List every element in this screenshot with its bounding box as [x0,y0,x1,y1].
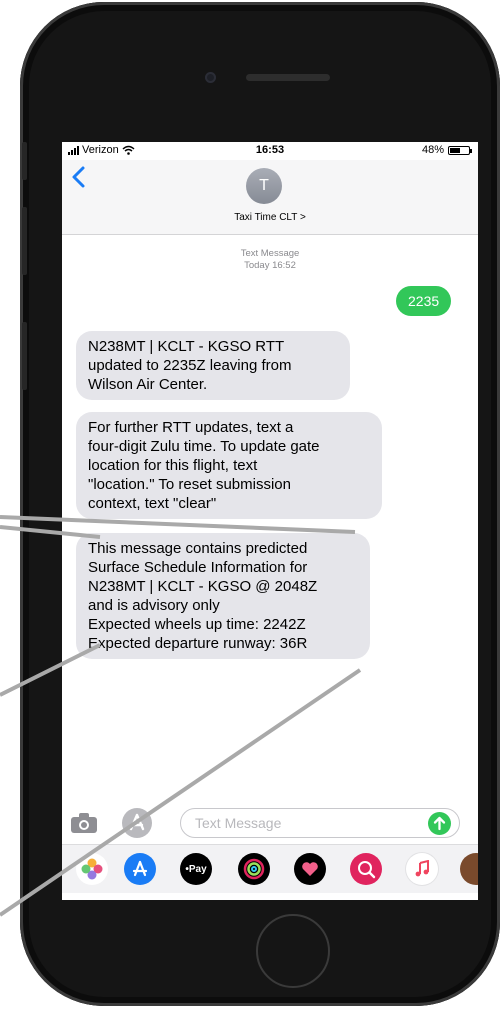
send-arrow-icon [433,816,446,831]
apple-pay-app[interactable]: • Pay [180,853,212,885]
apple-pay-label: Pay [188,863,207,875]
incoming-bubble-rtt-update[interactable]: N238MT | KCLT - KGSO RTT updated to 2235… [76,331,350,400]
app-store-button[interactable] [122,808,152,838]
search-globe-icon [358,861,376,879]
front-camera [205,72,216,83]
digital-touch-app[interactable] [294,853,326,885]
message-type-label: Text Message [240,248,300,259]
compose-bar: Text Message [62,800,478,844]
app-drawer: • Pay [62,844,478,893]
app-store-icon [129,813,145,831]
status-bar: Verizon 16:53 48% [62,142,478,160]
incoming-bubble-instructions[interactable]: For further RTT updates, text a four-dig… [76,412,382,519]
app-store-icon [132,860,148,877]
activity-icon [243,858,265,880]
contact-name[interactable]: Taxi Time CLT > [62,212,478,223]
music-icon [415,860,429,877]
photos-app[interactable] [76,853,108,885]
battery-icon [448,145,472,155]
music-app[interactable] [406,853,438,885]
contact-avatar[interactable]: T [246,168,282,204]
app-store-app[interactable] [124,853,156,885]
message-input[interactable]: Text Message [180,808,460,838]
photos-icon [81,858,103,880]
send-button[interactable] [428,812,451,835]
earpiece-speaker [246,74,330,81]
outgoing-bubble[interactable]: 2235 [396,286,452,316]
camera-icon[interactable] [70,812,98,834]
battery-percent: 48% [421,144,444,156]
thread-timestamp: Text Message Today 16:52 [62,248,478,272]
memoji-app[interactable] [460,853,478,885]
back-chevron-icon[interactable] [68,164,90,190]
message-date-label: Today 16:52 [244,260,296,271]
volume-up-button [22,207,27,275]
heart-icon [302,862,318,876]
images-search-app[interactable] [350,853,382,885]
activity-app[interactable] [238,853,270,885]
incoming-bubble-surface-schedule[interactable]: This message contains predicted Surface … [76,533,370,659]
mute-switch [22,142,27,180]
conversation-header: T Taxi Time CLT > [62,160,478,235]
home-button[interactable] [256,914,330,988]
volume-down-button [22,322,27,390]
screen: Verizon 16:53 48% T Taxi Time CLT > Text… [62,142,478,900]
status-time: 16:53 [255,144,285,156]
